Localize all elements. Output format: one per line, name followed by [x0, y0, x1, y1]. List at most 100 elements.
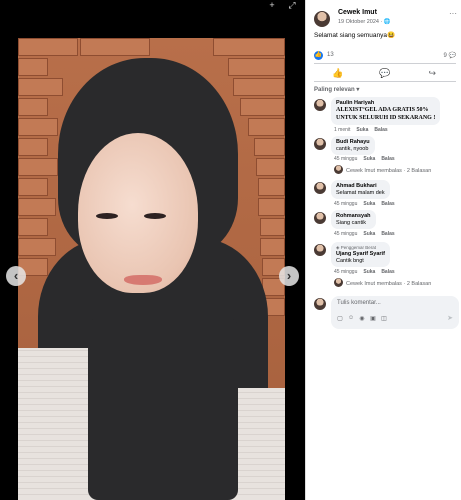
brick — [80, 38, 150, 56]
comment-count-icon: 💬 — [448, 53, 456, 59]
comment-text-line: ALEXIST°GEL ADA GRATIS 50% — [336, 107, 429, 113]
thumbs-up-icon[interactable]: 👍 — [331, 68, 345, 79]
like-reaction-icon: 👍 — [314, 51, 323, 60]
left-eye — [96, 213, 118, 219]
post-caption: Selamat siang semuanya😆 — [314, 32, 396, 39]
divider — [314, 63, 456, 64]
like-comment-button[interactable]: Suka — [363, 231, 375, 237]
like-comment-button[interactable]: Suka — [363, 201, 375, 207]
commenter-avatar[interactable] — [314, 182, 326, 194]
brick — [248, 118, 285, 136]
composer-tools: ▢ ☺ ◉ ▣ ◫ — [337, 315, 387, 322]
brick — [233, 78, 285, 96]
view-replies-link[interactable]: Cewek Imut membalas · 2 Balasan — [334, 165, 431, 175]
divider — [314, 81, 456, 82]
sort-label[interactable]: Paling relevan — [314, 87, 355, 93]
comment-item: Paulin Hariyah ALEXIST°GEL ADA GRATIS 50… — [314, 97, 459, 133]
comment-time[interactable]: 45 minggu — [334, 156, 357, 162]
face — [78, 133, 198, 293]
commenter-name[interactable]: Rohmansyah — [336, 213, 371, 219]
comment-bubble: Rohmansyah Siang cantik — [331, 210, 376, 229]
commenter-avatar[interactable] — [314, 99, 326, 111]
commenter-name[interactable]: Ahmad Bukhari — [336, 183, 385, 189]
post-date[interactable]: 19 Oktober 2024 · 🌐 — [338, 19, 391, 25]
comment-meta: 45 minggu Suka Balas — [334, 269, 395, 275]
hijab-front — [88, 318, 238, 500]
like-comment-button[interactable]: Suka — [363, 156, 375, 162]
camera-icon[interactable]: ◉ — [359, 315, 365, 322]
reply-summary[interactable]: Cewek Imut membalas · 2 Balasan — [346, 281, 431, 287]
commenter-name[interactable]: Ujang Syarif Syarif — [336, 251, 385, 257]
chevron-down-icon: ▾ — [356, 87, 360, 93]
reply-comment-button[interactable]: Balas — [374, 127, 387, 133]
comment-time[interactable]: 45 minggu — [334, 201, 357, 207]
comment-placeholder[interactable]: Tulis komentar... — [337, 300, 381, 306]
avatar-sticker-icon[interactable]: ◫ — [381, 315, 387, 322]
reaction-count[interactable]: 13 — [327, 52, 334, 58]
brick — [240, 98, 285, 116]
gif-icon[interactable]: ▣ — [370, 315, 376, 322]
reply-summary[interactable]: Cewek Imut membalas · 2 Balasan — [346, 168, 431, 174]
reply-comment-button[interactable]: Balas — [381, 269, 394, 275]
commenter-name[interactable]: Paulin Hariyah — [336, 100, 435, 106]
comment-icon[interactable]: 💬 — [378, 68, 392, 79]
comment-item: Ahmad Bukhari Selamat malam dek 45 mingg… — [314, 180, 459, 210]
comment-time[interactable]: 1 menit — [334, 127, 350, 133]
zoom-in-icon[interactable]: + — [267, 0, 277, 10]
author-name[interactable]: Cewek Imut — [338, 9, 377, 16]
comment-count-value[interactable]: 9 — [444, 53, 447, 59]
commenter-avatar[interactable] — [314, 244, 326, 256]
comment-input[interactable]: Tulis komentar... ▢ ☺ ◉ ▣ ◫ ➤ — [331, 296, 459, 329]
view-replies-link[interactable]: Cewek Imut membalas · 2 Balasan — [334, 278, 431, 288]
viewer-toolbar: + ⤢ — [267, 0, 297, 10]
emoji-icon[interactable]: ☺ — [348, 315, 354, 322]
comment-text: cantik, nyoob — [336, 146, 369, 152]
post-photo — [18, 38, 285, 500]
brick — [18, 98, 48, 116]
brick — [18, 238, 56, 256]
fullscreen-icon[interactable]: ⤢ — [287, 0, 297, 10]
badge-label: Penggemar Berat — [340, 245, 377, 250]
comment-count[interactable]: 9 💬 — [444, 52, 457, 59]
current-user-avatar[interactable] — [314, 298, 326, 310]
brick — [18, 158, 58, 176]
next-photo-button[interactable]: › — [279, 266, 299, 286]
commenter-avatar[interactable] — [314, 138, 326, 150]
facebook-photo-viewer: + ⤢ ‹ › Cewek Imut 19 Oktober 2024 · 🌐 ·… — [0, 0, 461, 500]
brick — [18, 218, 48, 236]
replier-avatar — [334, 278, 343, 287]
author-avatar[interactable] — [314, 11, 330, 27]
reply-comment-button[interactable]: Balas — [381, 156, 394, 162]
send-icon[interactable]: ➤ — [447, 314, 453, 322]
brick — [254, 138, 285, 156]
comment-composer: Tulis komentar... ▢ ☺ ◉ ▣ ◫ ➤ — [314, 296, 459, 330]
share-icon[interactable]: ↪ — [425, 68, 439, 79]
comment-meta: 45 minggu Suka Balas — [334, 231, 395, 237]
comment-sort-dropdown[interactable]: Paling relevan ▾ — [314, 86, 359, 93]
brick — [260, 218, 285, 236]
brick — [256, 158, 285, 176]
lips — [124, 275, 162, 285]
comment-time[interactable]: 45 minggu — [334, 231, 357, 237]
brick — [228, 58, 285, 76]
like-comment-button[interactable]: Suka — [356, 127, 368, 133]
reply-comment-button[interactable]: Balas — [381, 201, 394, 207]
comment-meta: 45 minggu Suka Balas — [334, 201, 395, 207]
media-viewer: + ⤢ ‹ › — [0, 0, 305, 500]
post-header: Cewek Imut 19 Oktober 2024 · 🌐 ··· — [314, 9, 459, 29]
reply-comment-button[interactable]: Balas — [381, 231, 394, 237]
reaction-summary: 👍 13 9 💬 — [314, 51, 456, 61]
comment-item: Rohmansyah Siang cantik 45 minggu Suka Bal… — [314, 210, 459, 240]
right-eye — [144, 213, 166, 219]
previous-photo-button[interactable]: ‹ — [6, 266, 26, 286]
post-date-text[interactable]: 19 Oktober 2024 — [338, 19, 379, 25]
commenter-name[interactable]: Budi Rahayu — [336, 139, 370, 145]
like-comment-button[interactable]: Suka — [363, 269, 375, 275]
comment-time[interactable]: 45 minggu — [334, 269, 357, 275]
striped-shirt-left — [18, 348, 98, 500]
comment-meta: 45 minggu Suka Balas — [334, 156, 395, 162]
brick — [18, 198, 56, 216]
commenter-avatar[interactable] — [314, 212, 326, 224]
more-options-icon[interactable]: ··· — [449, 9, 457, 18]
sticker-icon[interactable]: ▢ — [337, 315, 343, 322]
